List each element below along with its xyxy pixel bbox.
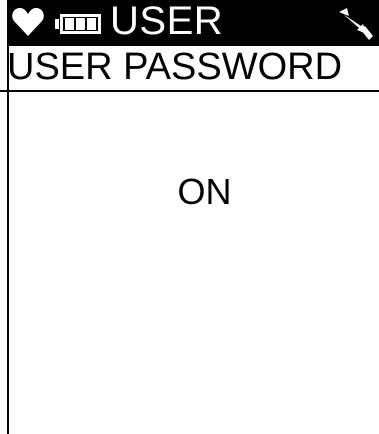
device-screen: USER USER PASSWORD ON bbox=[0, 0, 379, 434]
mode-label: USER bbox=[110, 0, 224, 43]
setting-value[interactable]: ON bbox=[0, 168, 379, 216]
status-bar: USER bbox=[7, 0, 379, 46]
wrench-icon bbox=[339, 8, 373, 40]
screen-title-bar: USER PASSWORD bbox=[0, 46, 379, 92]
battery-icon bbox=[55, 14, 101, 34]
heart-icon bbox=[12, 8, 44, 36]
screen-title: USER PASSWORD bbox=[7, 46, 343, 88]
